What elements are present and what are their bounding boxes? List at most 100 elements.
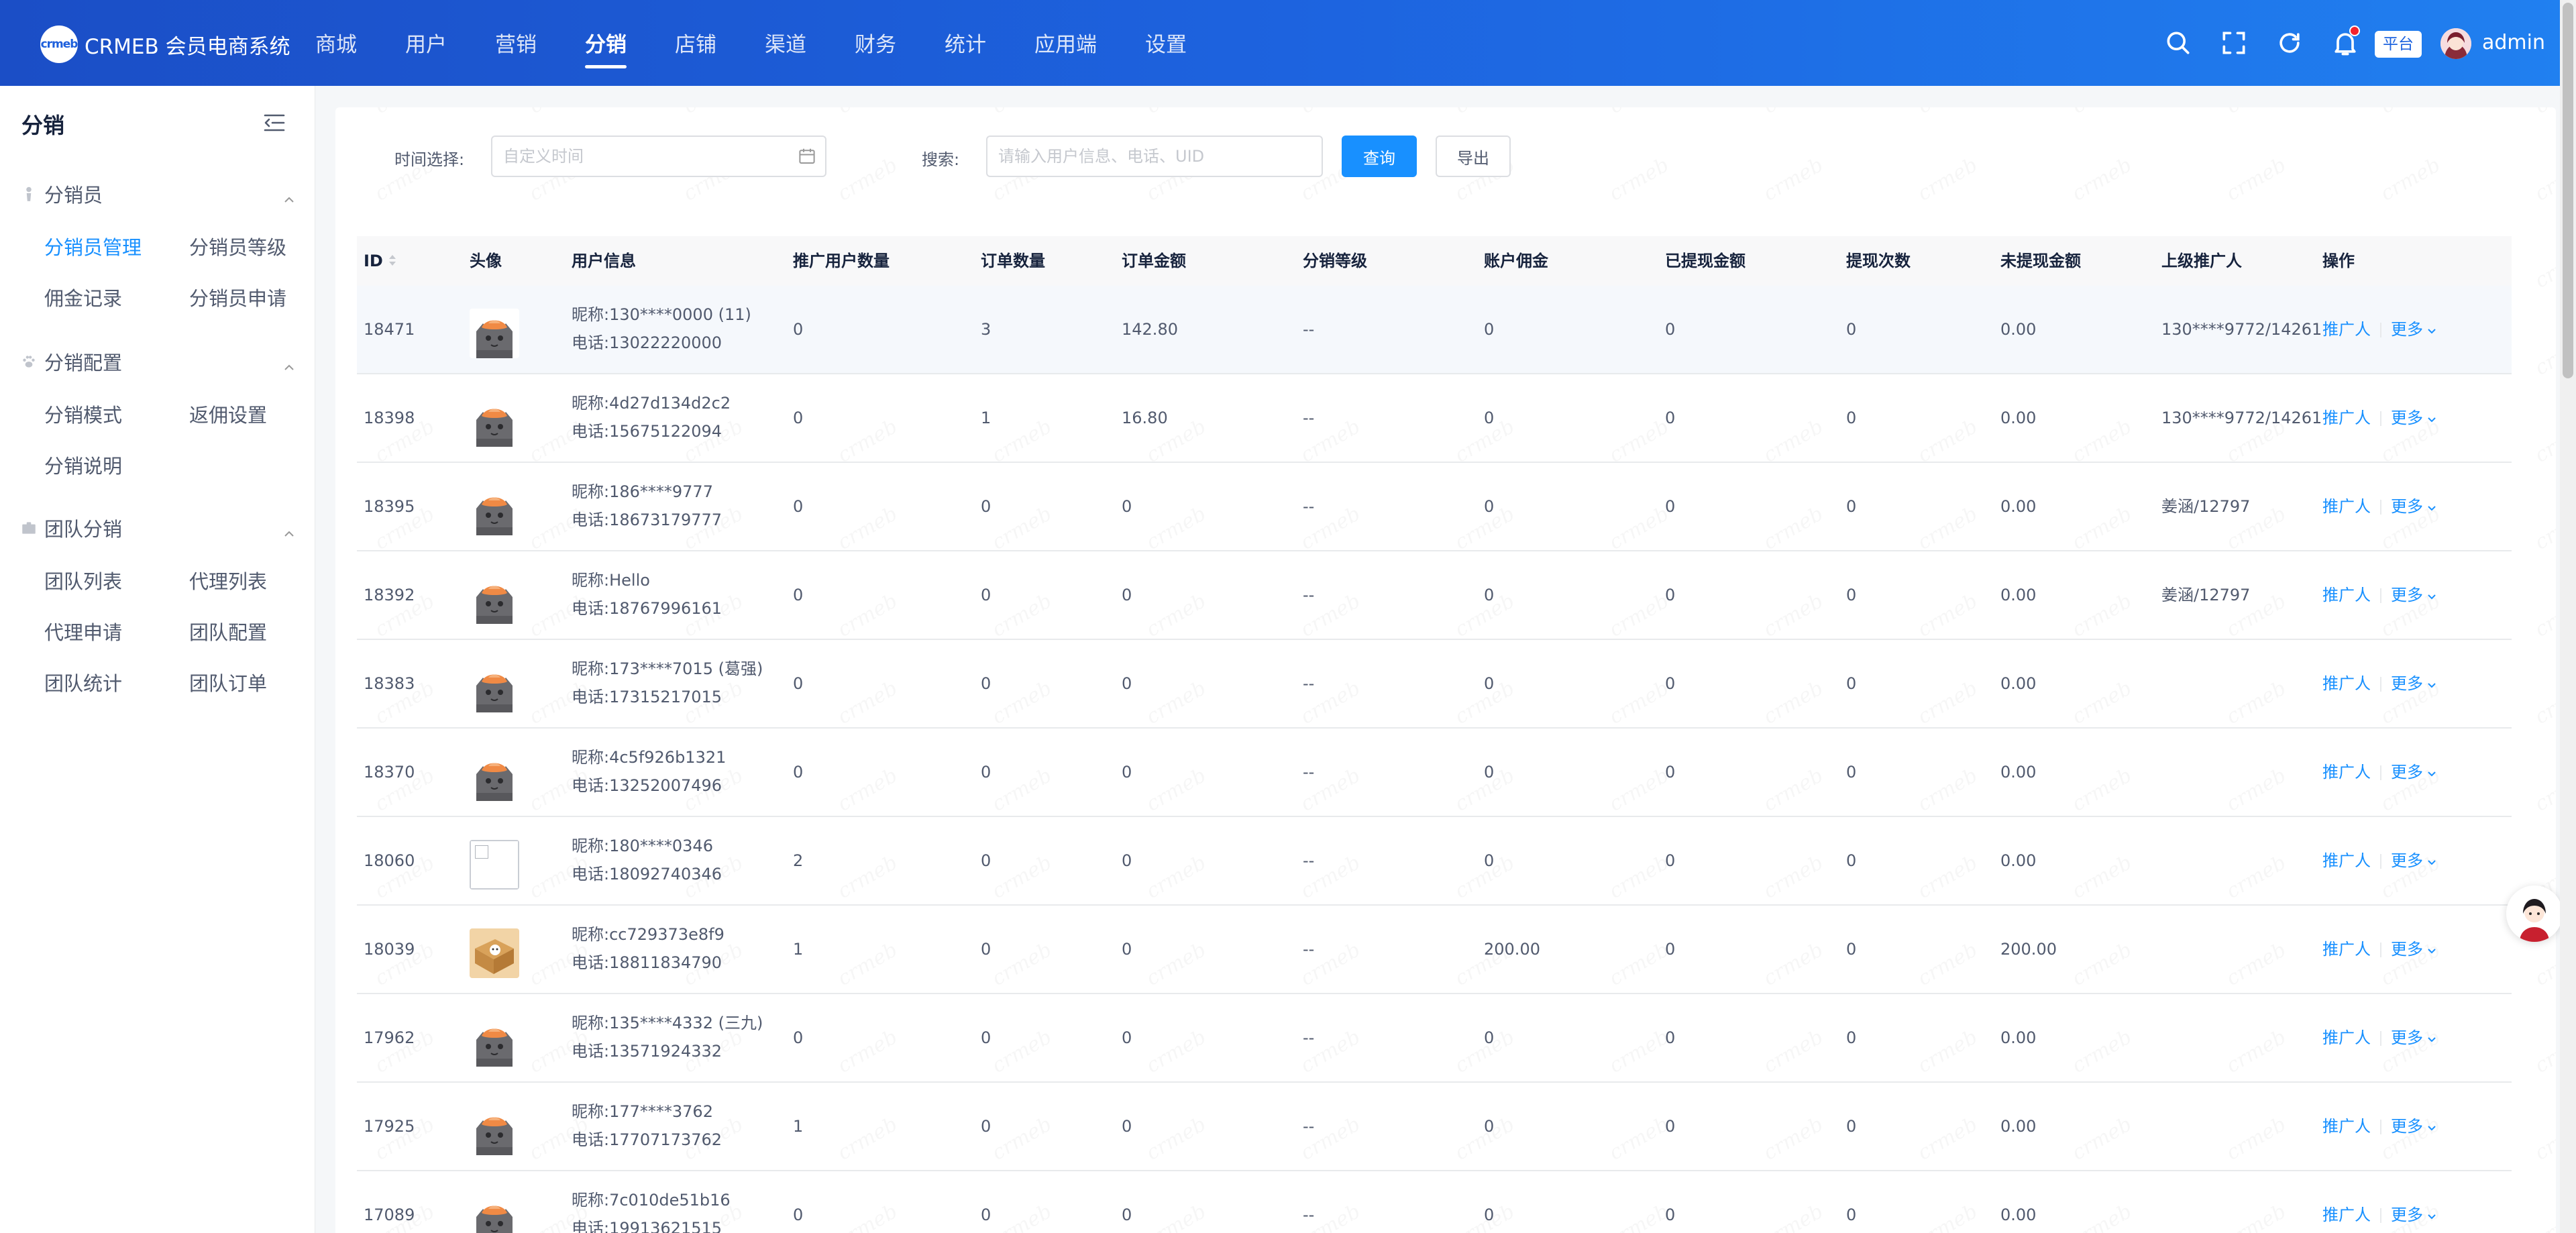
promoter-link[interactable]: 推广人 (2322, 851, 2371, 870)
search-input[interactable] (986, 136, 1323, 177)
promoter-link[interactable]: 推广人 (2322, 497, 2371, 516)
promoter-link[interactable]: 推广人 (2322, 1117, 2371, 1136)
nav-item-8[interactable]: 应用端 (1034, 0, 1097, 86)
time-range-input[interactable] (491, 136, 826, 177)
user-avatar-image[interactable] (470, 1194, 519, 1233)
phone: 电话:18811834790 (572, 953, 722, 972)
promoter-link[interactable]: 推广人 (2322, 586, 2371, 604)
export-button[interactable]: 导出 (1436, 136, 1511, 177)
user-avatar-image[interactable] (470, 486, 519, 535)
promoter-link[interactable]: 推广人 (2322, 940, 2371, 959)
nav-item-9[interactable]: 设置 (1145, 0, 1187, 86)
more-label: 更多 (2391, 851, 2423, 870)
withdraw-times-cell: 0 (1846, 851, 1857, 870)
watermark-text: crmeb (2377, 153, 2445, 206)
bell-icon[interactable] (2330, 25, 2360, 58)
promoter-link[interactable]: 推广人 (2322, 763, 2371, 782)
more-dropdown[interactable]: 更多 (2391, 409, 2436, 427)
more-dropdown[interactable]: 更多 (2391, 851, 2436, 870)
search-icon[interactable] (2163, 28, 2193, 58)
sidebar-item-2-3[interactable]: 团队配置 (189, 617, 267, 645)
sidebar-group-2[interactable]: 团队分销 (20, 511, 295, 545)
more-dropdown[interactable]: 更多 (2391, 674, 2436, 693)
customer-service-avatar[interactable] (2506, 886, 2563, 942)
sidebar-item-1-2[interactable]: 分销说明 (44, 451, 122, 479)
sidebar-group-0[interactable]: 分销员 (20, 177, 295, 211)
sidebar-item-2-4[interactable]: 团队统计 (44, 668, 122, 696)
user-avatar-image[interactable] (470, 840, 519, 890)
user-avatar-image[interactable] (470, 1106, 519, 1155)
user-avatar-image[interactable] (470, 1017, 519, 1067)
user-avatar-image[interactable] (470, 751, 519, 801)
user-avatar-image[interactable] (470, 928, 519, 978)
nav-item-5[interactable]: 渠道 (765, 0, 806, 86)
sidebar-item-2-0[interactable]: 团队列表 (44, 566, 122, 594)
chevron-up-icon (283, 356, 295, 370)
promoter-link[interactable]: 推广人 (2322, 1028, 2371, 1047)
more-label: 更多 (2391, 1028, 2423, 1047)
sidebar-item-2-2[interactable]: 代理申请 (44, 617, 122, 645)
more-dropdown[interactable]: 更多 (2391, 940, 2436, 959)
promoter-link[interactable]: 推广人 (2322, 409, 2371, 427)
sidebar-item-0-0[interactable]: 分销员管理 (44, 232, 142, 260)
more-dropdown[interactable]: 更多 (2391, 586, 2436, 604)
sort-icon[interactable] (388, 237, 396, 286)
query-button[interactable]: 查询 (1342, 136, 1417, 177)
sidebar-item-1-1[interactable]: 返佣设置 (189, 400, 267, 428)
promoter-link[interactable]: 推广人 (2322, 320, 2371, 339)
sidebar-item-2-1[interactable]: 代理列表 (189, 566, 267, 594)
nav-item-6[interactable]: 财务 (855, 0, 896, 86)
refresh-icon[interactable] (2275, 28, 2304, 58)
nav-item-0[interactable]: 商城 (315, 0, 357, 86)
sidebar-item-2-5[interactable]: 团队订单 (189, 668, 267, 696)
actions-cell: 推广人 更多 (2322, 640, 2436, 727)
user-info-cell: 昵称:cc729373e8f9 电话:18811834790 (572, 906, 724, 993)
id-cell: 18395 (364, 497, 415, 516)
promoter-link[interactable]: 推广人 (2322, 674, 2371, 693)
promoted-count-cell: 0 (793, 1028, 804, 1047)
logo[interactable]: crmeb CRMEB 会员电商系统 (40, 25, 290, 63)
sidebar-item-1-0[interactable]: 分销模式 (44, 400, 122, 428)
more-dropdown[interactable]: 更多 (2391, 1205, 2436, 1224)
sidebar-group-label: 团队分销 (44, 518, 123, 541)
sidebar-item-0-1[interactable]: 分销员等级 (189, 232, 286, 260)
user-avatar-image[interactable] (470, 663, 519, 712)
order-amount-cell: 0 (1122, 497, 1132, 516)
actions-cell: 推广人 更多 (2322, 906, 2436, 993)
sidebar-item-0-3[interactable]: 分销员申请 (189, 283, 286, 311)
order-amount-cell: 0 (1122, 763, 1132, 782)
sidebar-item-0-2[interactable]: 佣金记录 (44, 283, 122, 311)
nickname: 昵称:4c5f926b1321 (572, 748, 727, 767)
user-avatar-image[interactable] (470, 309, 519, 358)
commission-cell: 0 (1484, 1028, 1495, 1047)
withdraw-times-cell: 0 (1846, 1028, 1857, 1047)
page-scrollbar-thumb[interactable] (2563, 3, 2573, 378)
nav-item-1[interactable]: 用户 (405, 0, 447, 86)
nav-item-3[interactable]: 分销 (585, 0, 627, 86)
unwithdrawn-cell: 0.00 (2000, 1028, 2037, 1047)
nav-item-2[interactable]: 营销 (495, 0, 537, 86)
nickname: 昵称:4d27d134d2c2 (572, 394, 731, 413)
more-dropdown[interactable]: 更多 (2391, 320, 2436, 339)
column-header-0[interactable]: ID (364, 236, 396, 286)
more-dropdown[interactable]: 更多 (2391, 763, 2436, 782)
username[interactable]: admin (2482, 27, 2545, 59)
level-cell: -- (1303, 1117, 1315, 1136)
user-info-cell: 昵称:7c010de51b16 电话:19913621515 (572, 1171, 731, 1233)
order-amount-cell: 0 (1122, 851, 1132, 870)
nav-item-7[interactable]: 统计 (945, 0, 986, 86)
user-avatar-image[interactable] (470, 397, 519, 447)
more-dropdown[interactable]: 更多 (2391, 497, 2436, 516)
sidebar-group-1[interactable]: 分销配置 (20, 345, 295, 378)
order-amount-cell: 0 (1122, 1117, 1132, 1136)
nav-item-4[interactable]: 店铺 (675, 0, 716, 86)
promoter-link[interactable]: 推广人 (2322, 1205, 2371, 1224)
calendar-icon[interactable] (797, 146, 817, 166)
nickname: 昵称:cc729373e8f9 (572, 925, 724, 944)
menu-collapse-icon[interactable] (263, 113, 286, 133)
more-dropdown[interactable]: 更多 (2391, 1028, 2436, 1047)
more-dropdown[interactable]: 更多 (2391, 1117, 2436, 1136)
fullscreen-icon[interactable] (2219, 28, 2249, 58)
user-avatar-image[interactable] (470, 574, 519, 624)
user-avatar[interactable] (2440, 28, 2471, 59)
